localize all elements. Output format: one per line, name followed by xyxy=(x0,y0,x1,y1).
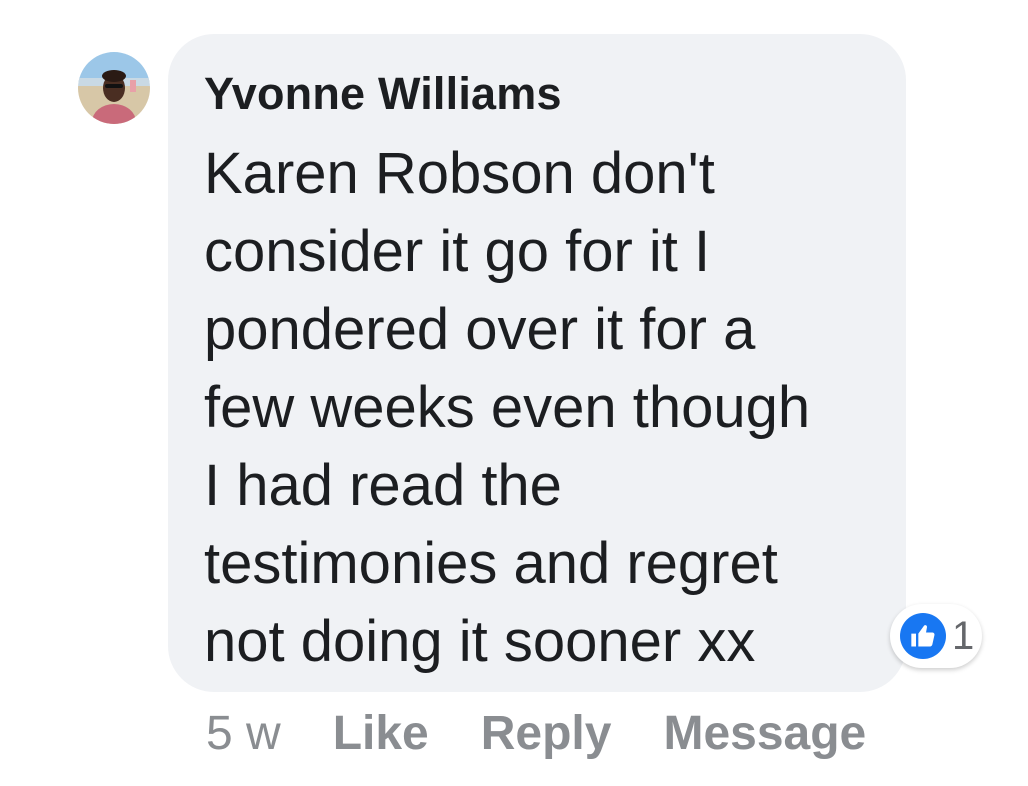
comment-line: not doing it sooner xx xyxy=(204,609,756,674)
avatar-image xyxy=(78,52,150,124)
comment: Yvonne Williams Karen Robson don't consi… xyxy=(0,0,1028,786)
comment-timestamp[interactable]: 5 w xyxy=(206,706,281,761)
comment-text: Karen Robson don't consider it go for it… xyxy=(204,135,886,681)
reply-button[interactable]: Reply xyxy=(481,706,612,761)
comment-line: consider it go for it I xyxy=(204,219,711,284)
comment-bubble: Yvonne Williams Karen Robson don't consi… xyxy=(168,34,906,692)
reaction-summary[interactable]: 1 xyxy=(890,604,982,668)
comment-line: testimonies and regret xyxy=(204,531,778,596)
avatar[interactable] xyxy=(78,52,150,124)
like-button[interactable]: Like xyxy=(333,706,429,761)
comment-line: pondered over it for a xyxy=(204,297,756,362)
comment-line: Karen Robson don't xyxy=(204,141,715,206)
comment-line: few weeks even though xyxy=(204,375,811,440)
reaction-count: 1 xyxy=(952,614,975,658)
thumbs-up-icon xyxy=(900,613,946,659)
comment-actions: 5 w Like Reply Message xyxy=(206,700,866,766)
comment-author[interactable]: Yvonne Williams xyxy=(204,64,886,124)
message-button[interactable]: Message xyxy=(663,706,866,761)
comment-line: I had read the xyxy=(204,453,562,518)
